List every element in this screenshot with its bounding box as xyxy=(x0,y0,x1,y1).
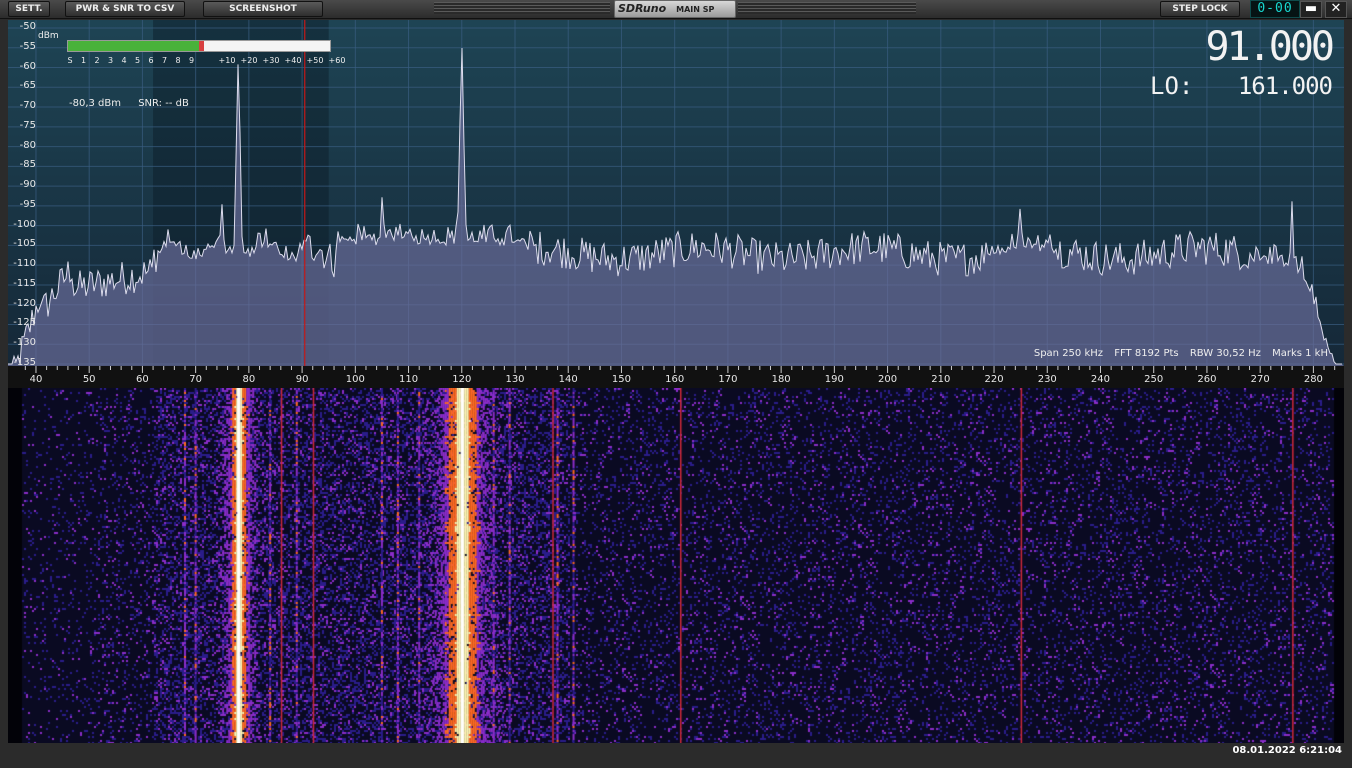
frequency-tick-label: 150 xyxy=(611,374,631,385)
db-tick-label: -55 xyxy=(19,40,36,52)
frequency-tick-label: 110 xyxy=(399,374,419,385)
s-scale-label: S xyxy=(67,56,73,65)
dbm-unit-label: dBm xyxy=(38,31,59,41)
db-tick-label: -100 xyxy=(13,218,36,230)
close-icon[interactable]: ✕ xyxy=(1325,1,1347,18)
db-tick-label: -90 xyxy=(19,179,36,191)
level-readout: -80,3 dBm xyxy=(69,98,122,109)
s-scale-label: 1 xyxy=(80,56,87,65)
s-scale-label: +40 xyxy=(284,56,302,65)
s-scale-label: 7 xyxy=(161,56,168,65)
frequency-tick-label: 230 xyxy=(1037,374,1057,385)
spectrum-display[interactable]: dBm -50 -55 -60 -65 -70 -75 -80 -85 -90 -95 -100 -1… xyxy=(8,20,1344,368)
s-scale-label: 3 xyxy=(107,56,114,65)
frequency-tick-label: 200 xyxy=(878,374,898,385)
s-scale-label: +20 xyxy=(240,56,258,65)
snr-readout: SNR: -- dB xyxy=(138,98,189,109)
frequency-tick-label: 220 xyxy=(984,374,1004,385)
frequency-tick-label: 100 xyxy=(345,374,365,385)
mode-label: MAIN SP xyxy=(676,5,715,14)
db-tick-label: -50 xyxy=(19,21,36,32)
lo-frequency-display[interactable]: 161.000 xyxy=(1238,72,1333,100)
frequency-tick-label: 70 xyxy=(189,374,203,385)
frequency-display[interactable]: 91.000 xyxy=(1206,24,1335,70)
waterfall-canvas xyxy=(8,388,1344,743)
datetime-label: 08.01.2022 6:21:04 xyxy=(1232,745,1342,756)
frequency-tick-label: 90 xyxy=(295,374,309,385)
minimize-icon[interactable]: ▬ xyxy=(1300,1,1322,18)
lo-label: LO: xyxy=(1150,72,1194,100)
brand-label: SDRuno xyxy=(618,2,667,15)
span-label: Span 250 kHz xyxy=(1033,348,1104,359)
drag-handle-left[interactable] xyxy=(434,2,610,14)
db-tick-label: -130 xyxy=(13,337,36,349)
s-scale-label: +30 xyxy=(262,56,280,65)
db-tick-label: -65 xyxy=(19,80,36,92)
frequency-tick-label: 280 xyxy=(1303,374,1323,385)
frequency-tick-label: 60 xyxy=(136,374,149,385)
s-scale-label: 9 xyxy=(188,56,195,65)
marks-label: Marks 1 kH xyxy=(1272,348,1328,359)
s-scale-label: 5 xyxy=(134,56,141,65)
db-tick-label: -80 xyxy=(19,139,36,151)
db-tick-label: -110 xyxy=(13,258,36,270)
fft-label: FFT 8192 Pts xyxy=(1114,348,1179,359)
window-title: SDRuno MAIN SP xyxy=(614,0,736,18)
db-tick-label: -120 xyxy=(13,297,36,309)
frequency-tick-label: 180 xyxy=(771,374,791,385)
s-scale-label: 2 xyxy=(94,56,100,65)
frequency-tick-label: 40 xyxy=(29,374,43,385)
db-tick-label: -105 xyxy=(13,238,36,250)
channel-display: 0-00 xyxy=(1250,0,1300,18)
frequency-axis[interactable]: 40 50 60 70 80 90 100 110 120 130 140 150 160 170 180 1… xyxy=(8,366,1344,388)
frequency-tick-label: 120 xyxy=(452,374,472,385)
status-bar: 08.01.2022 6:21:04 xyxy=(0,744,1352,768)
s-scale-label: 8 xyxy=(175,56,181,65)
step-lock-button[interactable]: STEP LOCK xyxy=(1160,1,1240,17)
s-scale-label: +50 xyxy=(306,56,324,65)
frequency-tick-label: 140 xyxy=(558,374,578,385)
waterfall-display[interactable] xyxy=(8,388,1344,743)
frequency-tick-label: 250 xyxy=(1144,374,1164,385)
frequency-tick-label: 190 xyxy=(824,374,844,385)
db-tick-label: -60 xyxy=(19,60,36,72)
s-scale-label: 4 xyxy=(121,56,127,65)
s-meter-bar xyxy=(68,41,199,51)
frequency-tick-label: 170 xyxy=(718,374,738,385)
frequency-tick-label: 160 xyxy=(665,374,685,385)
s-scale-label: +60 xyxy=(328,56,346,65)
spectrum-plot xyxy=(8,20,1344,366)
frequency-tick-label: 240 xyxy=(1090,374,1111,385)
frequency-tick-label: 210 xyxy=(931,374,951,385)
pwr-snr-csv-button[interactable]: PWR & SNR TO CSV xyxy=(65,1,185,17)
frequency-tick-label: 270 xyxy=(1250,374,1270,385)
db-tick-label: -125 xyxy=(13,317,36,329)
frequency-tick-label: 130 xyxy=(505,374,525,385)
db-tick-label: -95 xyxy=(19,198,36,210)
frequency-tick-label: 50 xyxy=(82,374,96,385)
s-meter-peak xyxy=(199,41,204,51)
db-tick-label: -75 xyxy=(19,119,36,131)
s-meter xyxy=(67,40,331,52)
frequency-tick-label: 260 xyxy=(1197,374,1217,385)
db-tick-label: -85 xyxy=(19,159,36,171)
db-tick-label: -70 xyxy=(19,100,36,112)
signal-readout: -80,3 dBm SNR: -- dB xyxy=(69,98,203,109)
toolbar: SETT. PWR & SNR TO CSV SCREENSHOT SDRuno… xyxy=(0,0,1352,19)
s-scale-label: +10 xyxy=(218,56,236,65)
s-scale-label: 6 xyxy=(148,56,154,65)
settings-button[interactable]: SETT. xyxy=(8,1,50,17)
screenshot-button[interactable]: SCREENSHOT xyxy=(203,1,323,17)
drag-handle-right[interactable] xyxy=(738,2,916,14)
frequency-tick-label: 80 xyxy=(242,374,256,385)
fft-stats: Span 250 kHz FFT 8192 Pts RBW 30,52 Hz M… xyxy=(1026,348,1328,359)
rbw-label: RBW 30,52 Hz xyxy=(1189,348,1261,359)
db-tick-label: -115 xyxy=(13,277,36,289)
